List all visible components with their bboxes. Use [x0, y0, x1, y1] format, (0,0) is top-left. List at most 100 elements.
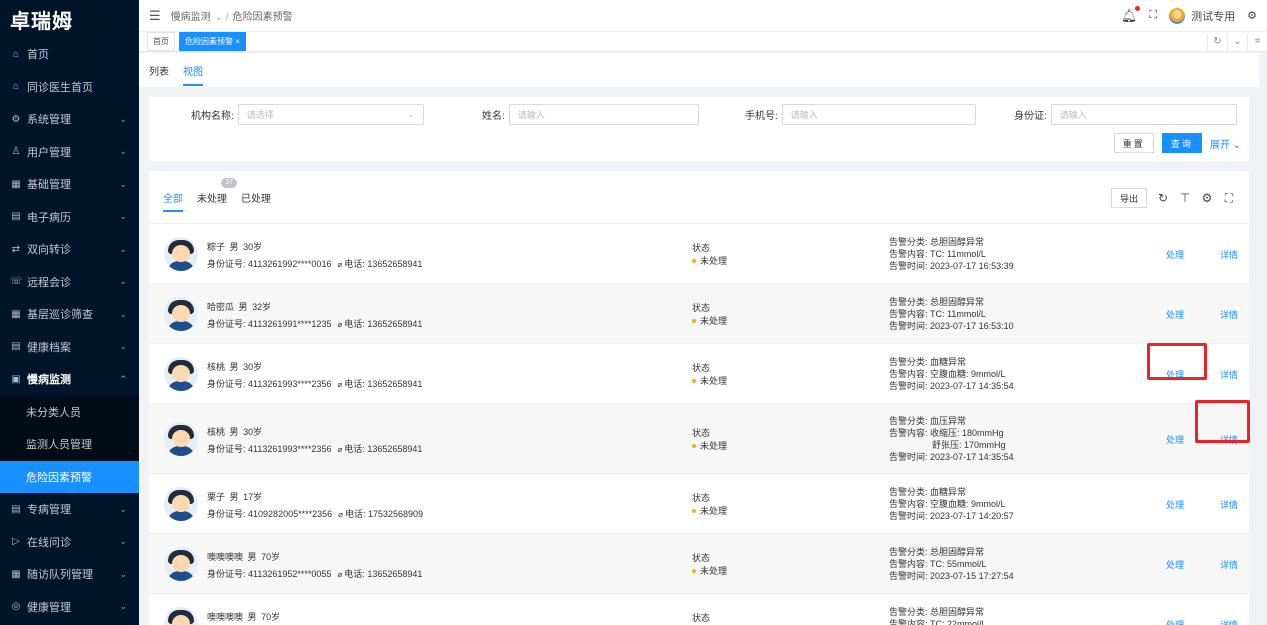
phone-prefix: 电话:: [344, 443, 365, 454]
tab-view[interactable]: 视图: [183, 59, 203, 86]
tabs-bar: 首页 危险因素预警 × ↻ ⌄ ⌗: [139, 32, 1267, 52]
alert-type-line: 告警分类: 血压异常: [889, 415, 1014, 427]
handle-link[interactable]: 处理: [1166, 308, 1184, 321]
org-select[interactable]: 请选择 ⌄: [237, 104, 424, 125]
detail-link[interactable]: 详情: [1220, 558, 1238, 571]
phone-input[interactable]: 请输入: [781, 104, 976, 125]
refresh-icon[interactable]: ↻: [1207, 33, 1227, 50]
id-input[interactable]: 请输入: [1050, 104, 1237, 125]
handle-link[interactable]: 处理: [1166, 618, 1184, 625]
tab-list[interactable]: 列表: [149, 59, 169, 82]
handle-link[interactable]: 处理: [1166, 433, 1184, 446]
detail-link[interactable]: 详情: [1220, 498, 1238, 511]
sidebar-item-emr[interactable]: ▤ 电子病历 ⌄: [0, 201, 139, 234]
alert-block: 告警分类: 总胆固醇异常 告警内容: TC: 11mmol/L 告警时间: 2023…: [889, 296, 1014, 332]
sidebar-item-consult[interactable]: ☏ 远程会诊 ⌄: [0, 266, 139, 299]
home-icon: ⌂: [12, 48, 20, 60]
avatar-face: [172, 364, 190, 382]
tab-unprocessed[interactable]: 未处理 37: [197, 177, 237, 208]
chevron-down-icon[interactable]: ⌄: [1227, 33, 1247, 50]
settings-icon[interactable]: ⚙: [1201, 191, 1213, 205]
chevron-down-icon: ⌄: [407, 109, 415, 119]
user-menu[interactable]: 测试专用: [1169, 7, 1236, 24]
settings-icon[interactable]: ⚙: [1247, 9, 1257, 22]
breadcrumb-item[interactable]: 慢病监测: [171, 12, 211, 23]
eye-off-icon[interactable]: ⌀: [337, 260, 342, 269]
tab-processed[interactable]: 已处理: [241, 187, 271, 208]
patient-name: 核桃: [207, 426, 226, 437]
alert-content-label: 告警内容:: [889, 308, 928, 319]
id-prefix: 身份证号:: [207, 568, 246, 579]
status-value: 未处理: [700, 440, 728, 451]
avatar: [1169, 7, 1186, 24]
reset-button[interactable]: 重置: [1113, 133, 1154, 153]
column-height-icon[interactable]: ⊤: [1179, 191, 1191, 205]
detail-link[interactable]: 详情: [1220, 248, 1238, 261]
sidebar-item-referral[interactable]: ⇄ 双向转诊 ⌄: [0, 233, 139, 266]
sidebar-item-online[interactable]: ▷ 在线问诊 ⌄: [0, 526, 139, 559]
list-item: 噢噢噢噢 男 70岁身份证号: ⌀电话: 状态未处理告警分类: 总胆固醇异常告警…: [149, 593, 1249, 625]
sidebar-item-special[interactable]: ▤ 专病管理 ⌄: [0, 493, 139, 526]
tab-risk-warning[interactable]: 危险因素预警 ×: [179, 32, 246, 51]
patient-id: 4113261993****2356: [248, 443, 332, 454]
phone-prefix: 电话:: [344, 258, 365, 269]
sidebar-item-screening[interactable]: ▦ 基层巡诊筛查 ⌄: [0, 298, 139, 331]
sidebar-subitem-monitored[interactable]: 监测人员管理: [0, 428, 139, 461]
gear-icon: ⚙: [11, 113, 21, 125]
patient-gender: 男: [229, 426, 239, 437]
alert-block: 告警分类: 血糖异常 告警内容: 空腹血糖: 9mmol/L 告警时间: 2023-…: [889, 486, 1014, 522]
detail-link[interactable]: 详情: [1220, 368, 1238, 381]
refresh-icon[interactable]: ↻: [1157, 191, 1169, 205]
sidebar-item-chronic[interactable]: ▣ 慢病监测 ⌃: [0, 363, 139, 396]
alert-type-line: 告警分类: 血糖异常: [889, 356, 1014, 368]
name-placeholder: 请输入: [517, 110, 545, 120]
status-dot: [692, 259, 696, 264]
patient-name-line: 粽子 男 30岁: [207, 240, 262, 253]
export-button[interactable]: 导出: [1110, 188, 1147, 208]
handle-link[interactable]: 处理: [1166, 498, 1184, 511]
status-dot: [692, 444, 696, 449]
menu-toggle-icon[interactable]: ☰: [149, 8, 161, 24]
sidebar-item-label: 同诊医生首页: [27, 81, 93, 94]
maximize-icon[interactable]: ⌗: [1247, 33, 1267, 50]
fullscreen-icon[interactable]: ⛶: [1223, 191, 1235, 206]
sidebar-item-health-record[interactable]: ▤ 健康档案 ⌄: [0, 331, 139, 364]
alert-type-label: 告警分类:: [889, 236, 928, 247]
tab-all[interactable]: 全部: [163, 187, 183, 212]
bell-icon[interactable]: 🔔︎: [1121, 5, 1141, 24]
sidebar-item-doctor-home[interactable]: ⌂ 同诊医生首页: [0, 71, 139, 104]
sidebar-item-followup[interactable]: ▦ 随访队列管理 ⌄: [0, 558, 139, 591]
alert-time-label: 告警时间:: [889, 510, 928, 521]
handle-link[interactable]: 处理: [1166, 248, 1184, 261]
sidebar-subitem-risk-warning[interactable]: 危险因素预警: [0, 460, 139, 493]
eye-off-icon[interactable]: ⌀: [337, 320, 342, 329]
name-input[interactable]: 请输入: [508, 104, 699, 125]
patient-phone: 13652658941: [367, 378, 423, 389]
alert-block: 告警分类: 总胆固醇异常 告警内容: TC: 55mmol/L 告警时间: 2023…: [889, 546, 1014, 582]
sidebar-item-label: 基础管理: [27, 179, 71, 192]
sidebar-item-label: 首页: [27, 49, 49, 62]
search-button[interactable]: 查询: [1161, 133, 1202, 153]
breadcrumb-item: 危险因素预警: [232, 12, 293, 23]
alert-content-line: 告警内容: 空腹血糖: 9mmol/L: [889, 368, 1014, 380]
detail-link[interactable]: 详情: [1220, 618, 1238, 625]
eye-off-icon[interactable]: ⌀: [337, 570, 342, 579]
sidebar-item-health-mgmt[interactable]: ◎ 健康管理 ⌄: [0, 591, 139, 624]
sidebar-item-home[interactable]: ⌂ 首页: [0, 38, 139, 71]
fullscreen-icon[interactable]: ⛶: [1149, 9, 1157, 22]
tab-home[interactable]: 首页: [147, 32, 175, 51]
sidebar-item-basic[interactable]: ▦ 基础管理 ⌄: [0, 168, 139, 201]
user-name: 测试专用: [1191, 10, 1236, 23]
avatar-face: [172, 244, 190, 262]
sidebar-item-users[interactable]: ♙ 用户管理 ⌄: [0, 136, 139, 169]
eye-off-icon[interactable]: ⌀: [337, 380, 342, 389]
handle-link[interactable]: 处理: [1166, 558, 1184, 571]
eye-off-icon[interactable]: ⌀: [337, 445, 342, 454]
alert-content-label: 告警内容:: [889, 498, 928, 509]
detail-link[interactable]: 详情: [1220, 308, 1238, 321]
sidebar-subitem-unclassified[interactable]: 未分类人员: [0, 395, 139, 428]
expand-link[interactable]: 展开 ⌄: [1210, 136, 1241, 151]
eye-off-icon[interactable]: ⌀: [338, 510, 343, 519]
filter-phone: 手机号: 请输入: [745, 104, 976, 125]
sidebar-item-system[interactable]: ⚙ 系统管理 ⌄: [0, 103, 139, 136]
